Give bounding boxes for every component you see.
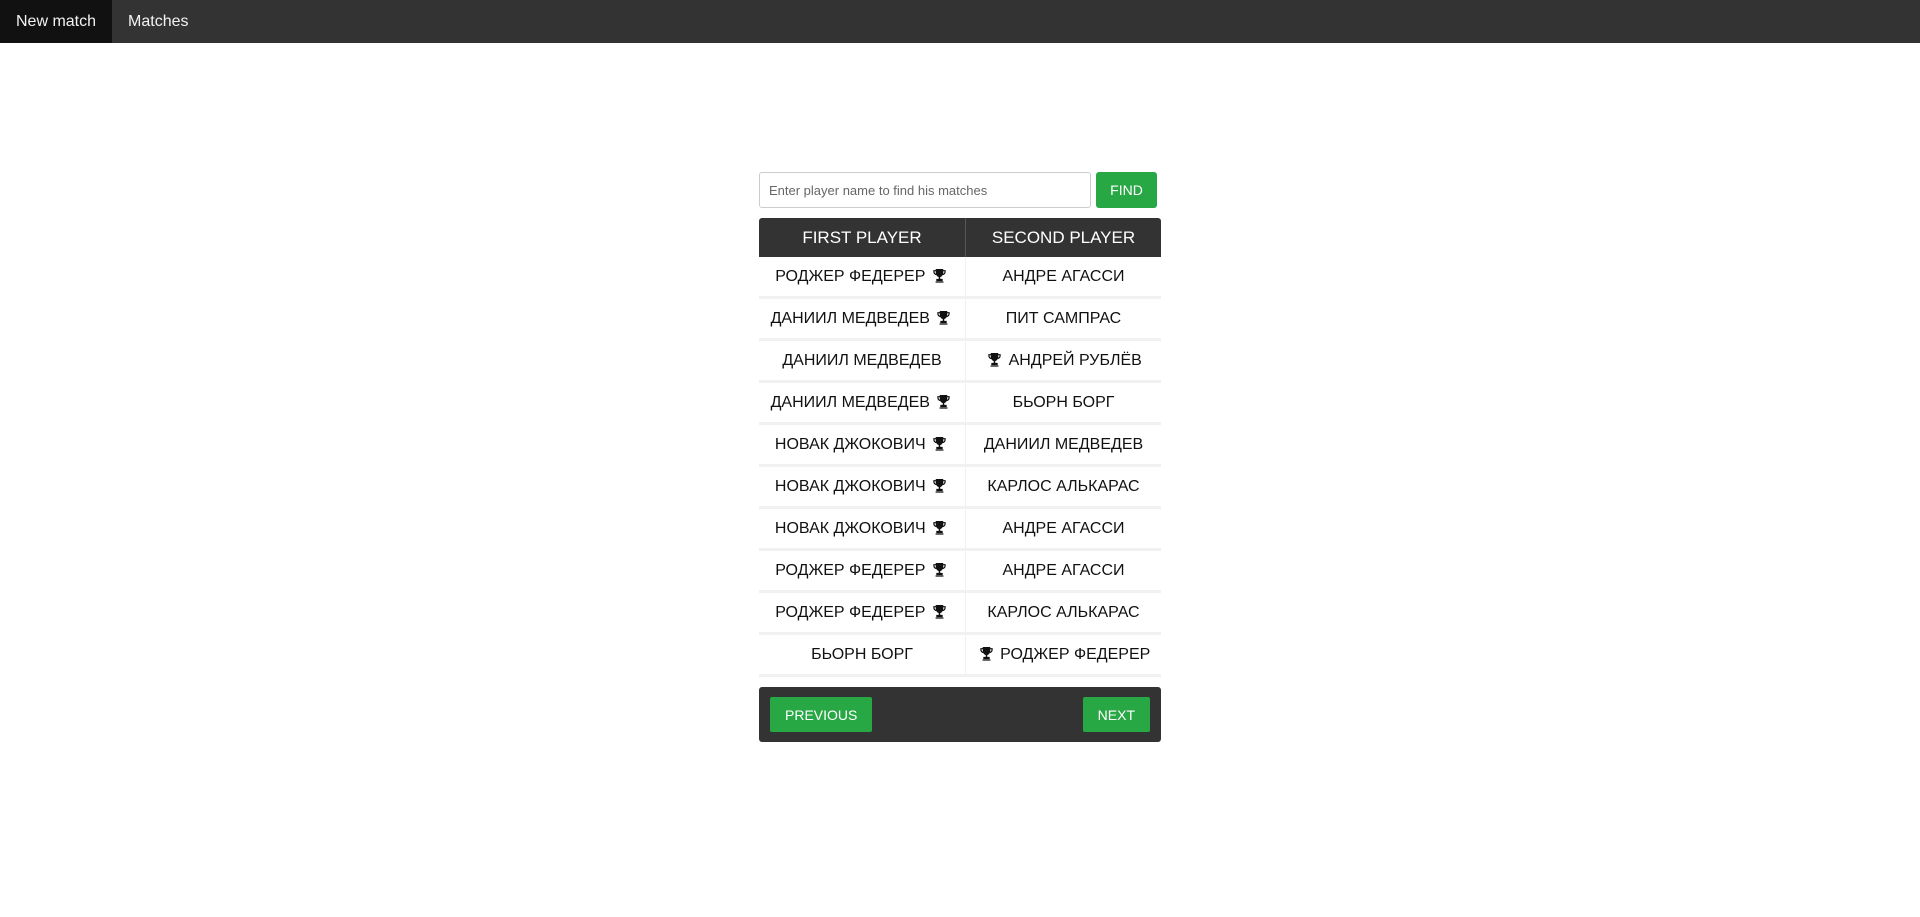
second-player-cell: КАРЛОС АЛЬКАРАС (965, 465, 1161, 509)
table-row: НОВАК ДЖОКОВИЧ КАРЛОС АЛЬКАРАС (759, 465, 1161, 509)
nav-new-match-link[interactable]: New match (0, 0, 113, 43)
second-player-cell: КАРЛОС АЛЬКАРАС (965, 591, 1161, 635)
matches-panel: FIND FIRST PLAYER SECOND PLAYER РОДЖЕР Ф… (759, 172, 1161, 742)
trophy-icon (932, 478, 947, 493)
table-row: ДАНИИЛ МЕДВЕДЕВ ПИТ САМПРАС (759, 297, 1161, 341)
trophy-icon (979, 646, 994, 661)
trophy-icon (932, 268, 947, 283)
first-player-name: БЬОРН БОРГ (811, 645, 913, 663)
first-player-name: ДАНИИЛ МЕДВЕДЕВ (770, 309, 930, 327)
second-player-name: КАРЛОС АЛЬКАРАС (987, 477, 1140, 495)
table-row: НОВАК ДЖОКОВИЧ АНДРЕ АГАССИ (759, 507, 1161, 551)
first-player-cell: НОВАК ДЖОКОВИЧ (759, 423, 966, 467)
first-player-cell: НОВАК ДЖОКОВИЧ (759, 507, 966, 551)
first-player-name: ДАНИИЛ МЕДВЕДЕВ (782, 351, 942, 369)
second-player-cell: ПИТ САМПРАС (965, 297, 1161, 341)
second-player-cell: БЬОРН БОРГ (965, 381, 1161, 425)
second-player-cell: РОДЖЕР ФЕДЕРЕР (965, 633, 1161, 677)
trophy-icon (932, 520, 947, 535)
trophy-icon (932, 436, 947, 451)
matches-table-body: РОДЖЕР ФЕДЕРЕР АНДРЕ АГАССИ ДАНИИЛ МЕДВЕД… (759, 257, 1161, 677)
trophy-icon (936, 310, 951, 325)
second-player-name: АНДРЕ АГАССИ (1002, 267, 1125, 285)
top-navigation: New match Matches (0, 0, 1920, 43)
second-player-cell: АНДРЕ АГАССИ (965, 257, 1161, 299)
first-player-cell: РОДЖЕР ФЕДЕРЕР (759, 549, 966, 593)
first-player-name: НОВАК ДЖОКОВИЧ (774, 477, 926, 495)
search-form: FIND (759, 172, 1161, 208)
player-search-input[interactable] (759, 172, 1091, 208)
table-row: РОДЖЕР ФЕДЕРЕР АНДРЕ АГАССИ (759, 549, 1161, 593)
first-player-cell: НОВАК ДЖОКОВИЧ (759, 465, 966, 509)
first-player-cell: ДАНИИЛ МЕДВЕДЕВ (759, 339, 966, 383)
second-player-header: SECOND PLAYER (965, 218, 1161, 257)
matches-table: FIRST PLAYER SECOND PLAYER РОДЖЕР ФЕДЕРЕ… (759, 218, 1161, 677)
second-player-name: ДАНИИЛ МЕДВЕДЕВ (983, 435, 1144, 453)
first-player-name: РОДЖЕР ФЕДЕРЕР (775, 561, 926, 579)
first-player-name: РОДЖЕР ФЕДЕРЕР (775, 267, 926, 285)
first-player-name: НОВАК ДЖОКОВИЧ (774, 519, 926, 537)
second-player-name: АНДРЕ АГАССИ (1002, 561, 1125, 579)
previous-page-button[interactable]: PREVIOUS (770, 697, 873, 732)
trophy-icon (987, 352, 1002, 367)
table-row: РОДЖЕР ФЕДЕРЕР КАРЛОС АЛЬКАРАС (759, 591, 1161, 635)
table-row: РОДЖЕР ФЕДЕРЕР АНДРЕ АГАССИ (759, 257, 1161, 299)
first-player-cell: ДАНИИЛ МЕДВЕДЕВ (759, 381, 966, 425)
table-header-row: FIRST PLAYER SECOND PLAYER (759, 218, 1161, 257)
second-player-cell: АНДРЕ АГАССИ (965, 507, 1161, 551)
first-player-cell: РОДЖЕР ФЕДЕРЕР (759, 257, 966, 299)
first-player-cell: ДАНИИЛ МЕДВЕДЕВ (759, 297, 966, 341)
table-row: ДАНИИЛ МЕДВЕДЕВ БЬОРН БОРГ (759, 381, 1161, 425)
second-player-name: АНДРЕЙ РУБЛЁВ (1008, 351, 1142, 369)
first-player-name: РОДЖЕР ФЕДЕРЕР (775, 603, 926, 621)
second-player-cell: АНДРЕЙ РУБЛЁВ (965, 339, 1161, 383)
first-player-cell: РОДЖЕР ФЕДЕРЕР (759, 591, 966, 635)
first-player-header: FIRST PLAYER (759, 218, 966, 257)
second-player-name: КАРЛОС АЛЬКАРАС (987, 603, 1140, 621)
first-player-cell: БЬОРН БОРГ (759, 633, 966, 677)
second-player-name: АНДРЕ АГАССИ (1002, 519, 1125, 537)
second-player-name: БЬОРН БОРГ (1012, 393, 1115, 411)
second-player-name: ПИТ САМПРАС (1005, 309, 1122, 327)
pagination-bar: PREVIOUS NEXT (759, 687, 1161, 742)
second-player-cell: АНДРЕ АГАССИ (965, 549, 1161, 593)
first-player-name: НОВАК ДЖОКОВИЧ (774, 435, 926, 453)
table-row: ДАНИИЛ МЕДВЕДЕВ АНДРЕЙ РУБЛЁВ (759, 339, 1161, 383)
second-player-name: РОДЖЕР ФЕДЕРЕР (1000, 645, 1151, 663)
trophy-icon (936, 394, 951, 409)
trophy-icon (932, 604, 947, 619)
find-button[interactable]: FIND (1096, 172, 1157, 208)
next-page-button[interactable]: NEXT (1082, 697, 1150, 732)
second-player-cell: ДАНИИЛ МЕДВЕДЕВ (965, 423, 1161, 467)
trophy-icon (932, 562, 947, 577)
table-row: НОВАК ДЖОКОВИЧ ДАНИИЛ МЕДВЕДЕВ (759, 423, 1161, 467)
first-player-name: ДАНИИЛ МЕДВЕДЕВ (770, 393, 930, 411)
nav-matches-link[interactable]: Matches (112, 0, 204, 43)
table-row: БЬОРН БОРГ РОДЖЕР ФЕДЕРЕР (759, 633, 1161, 677)
